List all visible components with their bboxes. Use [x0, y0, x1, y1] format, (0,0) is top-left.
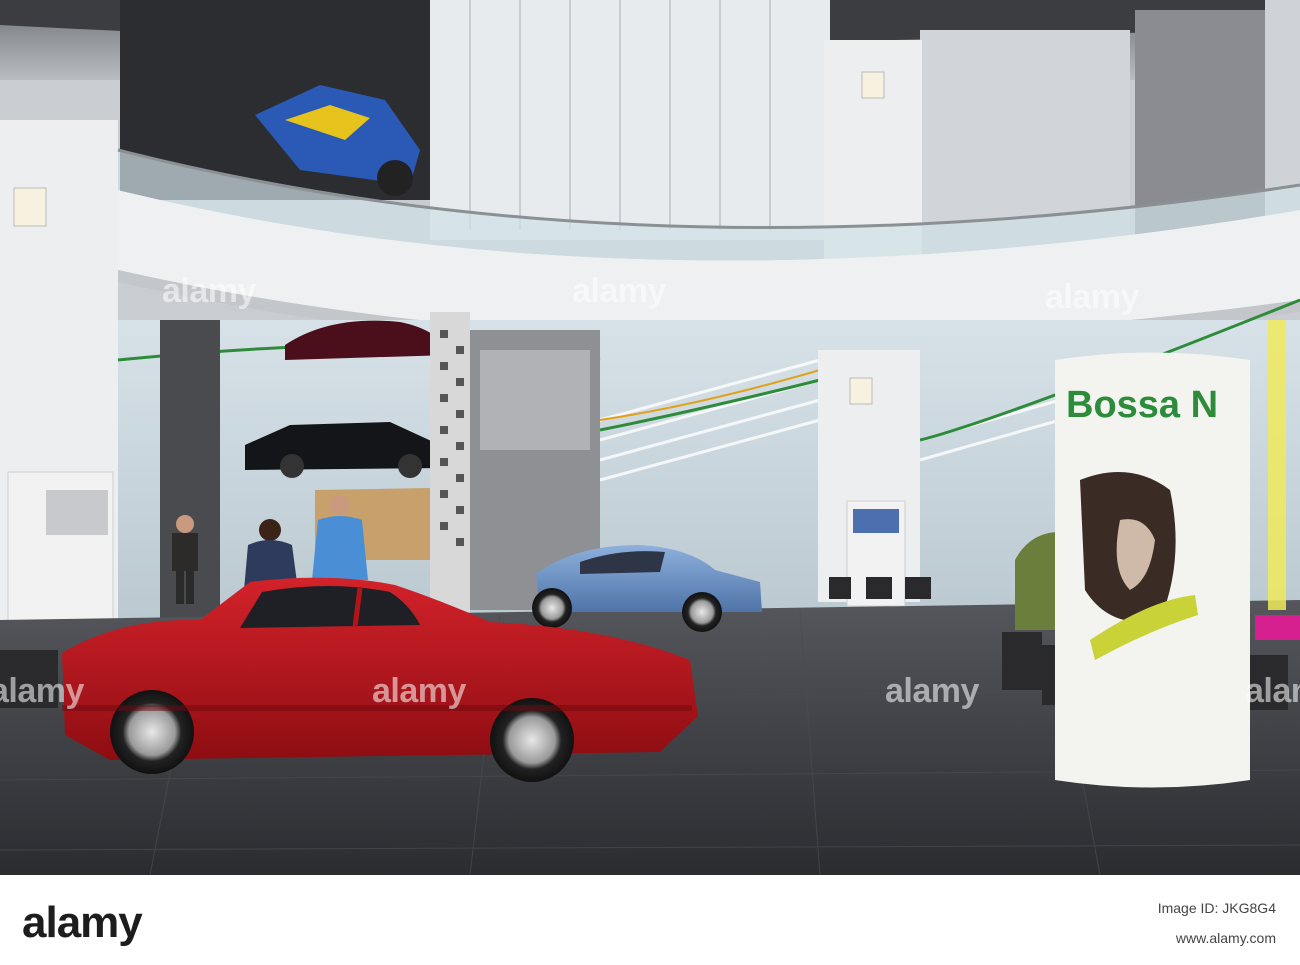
pink-bench [1255, 615, 1300, 640]
info-stand-left-screen [46, 490, 108, 535]
museum-photo [0, 0, 1300, 875]
checker-pillar [430, 312, 470, 612]
historic-photo-building [480, 350, 590, 450]
bossa-nova-banner-text: Bossa N [1066, 384, 1219, 426]
alamy-logo: alamy [22, 898, 143, 947]
stock-footer [0, 875, 1300, 965]
watermark: alamy [372, 672, 466, 710]
lower-pillar-light [849, 377, 873, 405]
left-pillar-light [13, 187, 47, 227]
watermark: alamy [1045, 278, 1139, 316]
watermark: alamy [885, 672, 979, 710]
info-stand-center-screen [853, 509, 899, 533]
image-id: Image ID: JKG8G4 [1157, 900, 1276, 916]
watermark: alamy [0, 672, 84, 710]
watermark: alamy [162, 272, 256, 310]
museum-scene [0, 0, 1300, 875]
watermark: alamy [572, 272, 666, 310]
watermark: alamy [1245, 672, 1300, 710]
upper-pillar-light [861, 71, 885, 99]
site-url: www.alamy.com [1175, 930, 1276, 946]
yellow-lettering-wall [1268, 320, 1286, 610]
